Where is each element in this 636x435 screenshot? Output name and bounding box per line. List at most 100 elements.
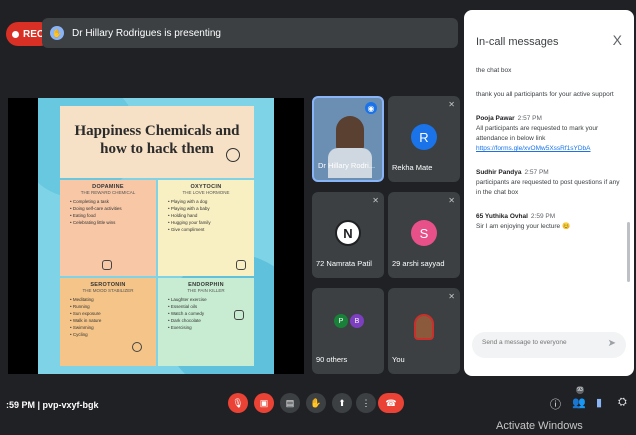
quadrant-subtitle: THE LOVE HORMONE <box>182 190 230 195</box>
list-item: Holding hand <box>168 212 250 219</box>
list-item: Swimming <box>70 324 152 331</box>
record-dot-icon <box>12 30 19 38</box>
shared-presentation: Happiness Chemicals and how to hack them … <box>8 98 304 374</box>
quadrant-serotonin: SEROTONIN THE MOOD STABILIZER Meditating… <box>60 278 156 366</box>
mic-off-icon: ✕ <box>372 196 379 205</box>
present-button[interactable]: ⬆ <box>332 393 352 413</box>
close-button[interactable]: X <box>613 32 622 48</box>
participant-tile-others[interactable]: P B 90 others <box>312 288 384 374</box>
raise-hand-button[interactable]: ✋ <box>306 393 326 413</box>
presentation-icon: ✋ <box>50 26 64 40</box>
participant-tile-arshi[interactable]: ✕ S 29 arshi sayyad <box>388 192 460 278</box>
send-icon[interactable]: ➤ <box>608 338 616 349</box>
presenting-text: Dr Hillary Rodrigues is presenting <box>72 27 221 39</box>
participant-count-badge: 93 <box>576 386 584 394</box>
slide-title-line1: Happiness Chemicals and <box>74 123 240 139</box>
meeting-info: :59 PM | pvp-vxyf-bgk <box>6 400 99 410</box>
activities-button[interactable]: ⛭ <box>618 396 627 409</box>
list-item: Laughter exercise <box>168 296 250 303</box>
sender-name: Sudhir Pandya <box>476 169 522 176</box>
more-vert-icon: ⋮ <box>361 397 371 408</box>
slide-title-box: Happiness Chemicals and how to hack them <box>60 106 254 178</box>
list-item: Hugging your family <box>168 219 250 226</box>
message-time: 2:57 PM <box>524 169 549 176</box>
mic-off-icon: ✕ <box>448 196 455 205</box>
mic-toggle-button[interactable]: 🎙 <box>228 393 248 413</box>
sender-name: 65 Yuthika Ovhal <box>476 213 528 220</box>
list-item: Playing with a dog <box>168 198 250 205</box>
list-item: Running <box>70 303 152 310</box>
scrollbar[interactable] <box>627 222 630 282</box>
message-time: 2:57 PM <box>517 115 542 122</box>
people-button[interactable]: 👥 <box>572 396 586 409</box>
captions-button[interactable]: ▤ <box>280 393 300 413</box>
participant-name: You <box>392 355 405 364</box>
list-item: Eating food <box>70 212 152 219</box>
list-item: Walk in nature <box>70 317 152 324</box>
in-call-messages-panel: In-call messages X the chat box thank yo… <box>464 10 634 376</box>
quadrant-endorphin: ENDORPHIN THE PAIN KILLER Laughter exerc… <box>158 278 254 366</box>
list-item: Meditating <box>70 296 152 303</box>
present-icon: ⬆ <box>338 397 346 408</box>
hand-icon: ✋ <box>310 397 322 408</box>
message-text: thank you all participants for your acti… <box>476 91 614 98</box>
message-text: the chat box <box>476 67 512 74</box>
meditation-icon <box>132 342 142 352</box>
message-text: participants are requested to post quest… <box>476 179 620 196</box>
quadrant-subtitle: THE REWARD CHEMICAL <box>80 190 136 195</box>
quadrant-oxytocin: OXYTOCIN THE LOVE HORMONE Playing with a… <box>158 180 254 276</box>
list-item: Give compliment <box>168 226 250 233</box>
participant-name: 72 Namrata Patil <box>316 259 372 268</box>
mic-off-icon: 🎙 <box>232 397 244 408</box>
camera-toggle-button[interactable]: ▣ <box>254 393 274 413</box>
avatar: N <box>335 220 361 246</box>
list-item: Celebrating little wins <box>70 219 152 226</box>
message-text: Sir I am enjoying your lecture 😊 <box>476 223 571 230</box>
phone-hangup-icon: ☎ <box>385 397 397 408</box>
chat-button[interactable]: ▮ <box>596 396 602 409</box>
message-input[interactable] <box>482 339 592 346</box>
slide-title-line2: how to hack them <box>100 141 214 157</box>
captions-icon: ▤ <box>285 397 295 408</box>
participant-name: 90 others <box>316 355 348 364</box>
activate-windows-watermark: Activate Windows <box>496 420 583 432</box>
list-item: Playing with a baby <box>168 205 250 212</box>
attendance-link[interactable]: https://forms.gle/xvOMw5XssRf1sYDbA <box>476 144 622 154</box>
message-text: All participants are requested to mark y… <box>476 125 599 142</box>
participant-tile-namrata[interactable]: ✕ N 72 Namrata Patil <box>312 192 384 278</box>
recording-label: REC <box>23 28 45 40</box>
leave-call-button[interactable]: ☎ <box>378 393 404 413</box>
participant-tile-you[interactable]: ✕ You <box>388 288 460 374</box>
chat-message: 65 Yuthika Ovhal 2:59 PM Sir I am enjoyin… <box>476 212 622 232</box>
mic-off-icon: ✕ <box>448 100 455 109</box>
quadrant-subtitle: THE MOOD STABILIZER <box>82 288 134 293</box>
list-item: Cycling <box>70 331 152 338</box>
list-item: Exercising <box>168 324 250 331</box>
message-input-bar: ➤ <box>472 332 626 358</box>
panel-title: In-call messages <box>476 36 559 48</box>
more-options-button[interactable]: ⋮ <box>356 393 376 413</box>
trophy-icon <box>102 260 112 270</box>
chocolate-icon <box>234 310 244 320</box>
dog-icon <box>236 260 246 270</box>
message-list: the chat box thank you all participants … <box>476 66 622 246</box>
list-item: Sun exposure <box>70 310 152 317</box>
slide-canvas: Happiness Chemicals and how to hack them … <box>38 98 274 374</box>
message-time: 2:59 PM <box>530 213 556 220</box>
avatar: P <box>334 314 348 328</box>
chat-message: the chat box <box>476 66 622 76</box>
chat-message: Sudhir Pandya 2:57 PM participants are re… <box>476 168 622 198</box>
chat-message: Pooja Pawar 2:57 PM All participants are … <box>476 114 622 154</box>
avatar: B <box>350 314 364 328</box>
quadrant-subtitle: THE PAIN KILLER <box>187 288 225 293</box>
presenting-banner: ✋ Dr Hillary Rodrigues is presenting <box>42 18 458 48</box>
avatar: R <box>411 124 437 150</box>
info-button[interactable]: ⓘ <box>550 396 561 412</box>
quadrant-dopamine: DOPAMINE THE REWARD CHEMICAL Completing … <box>60 180 156 276</box>
chat-message: thank you all participants for your acti… <box>476 90 622 100</box>
participant-tile-rekha[interactable]: ✕ R Rekha Mate <box>388 96 460 182</box>
participant-tile-presenter[interactable]: ◉ Dr Hillary Rodri... <box>312 96 384 182</box>
camera-off-icon: ▣ <box>259 397 269 408</box>
speaking-icon: ◉ <box>365 102 377 114</box>
participant-name: Dr Hillary Rodri... <box>318 161 376 170</box>
